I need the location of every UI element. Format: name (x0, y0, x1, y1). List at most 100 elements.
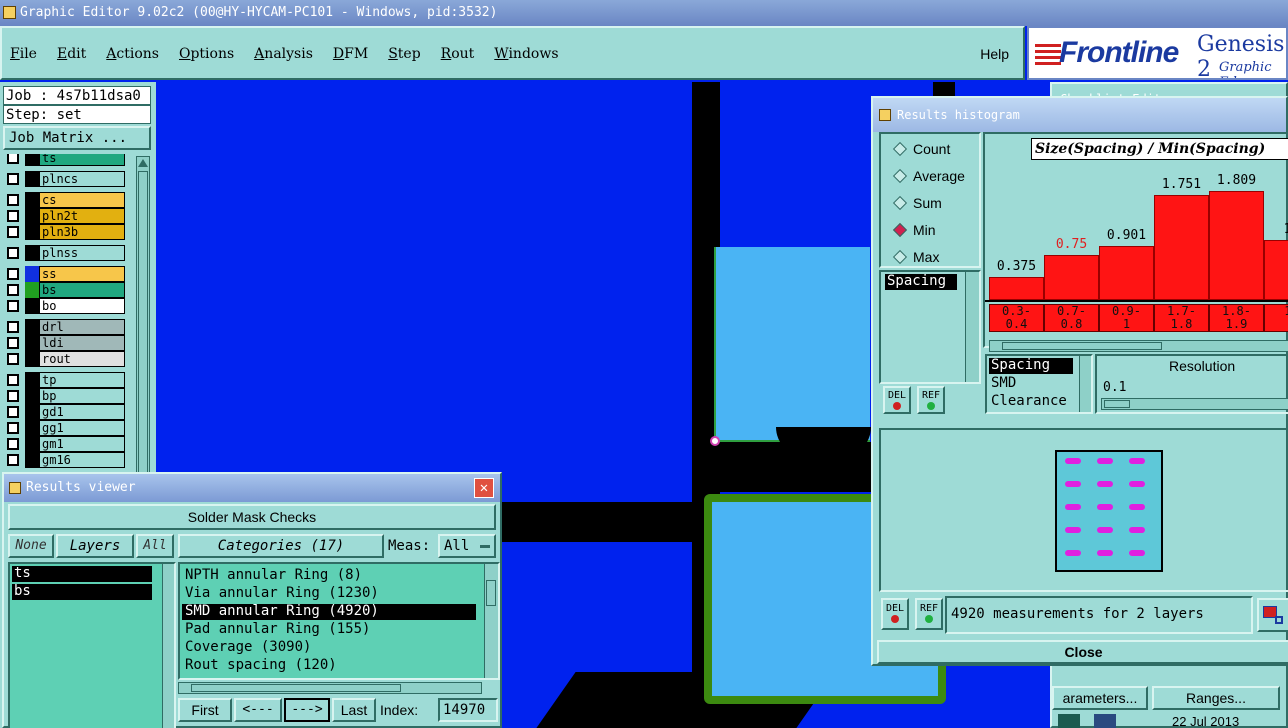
histogram-bar[interactable] (1209, 191, 1264, 300)
menu-windows[interactable]: Windows (492, 42, 560, 66)
layer-row-bp[interactable]: bp (3, 388, 127, 404)
layer-row-bs[interactable]: bs (3, 282, 127, 298)
measure-item[interactable]: Spacing (885, 274, 957, 290)
layer-color-swatch[interactable] (25, 245, 39, 261)
layer-color-swatch[interactable] (25, 208, 39, 224)
checklist-tool2-icon[interactable] (1094, 714, 1116, 728)
layer-color-swatch[interactable] (25, 282, 39, 298)
bin-range-label[interactable]: 0.9- 1 (1099, 304, 1154, 332)
layer-row-rout[interactable]: rout (3, 351, 127, 367)
type-item[interactable]: SMD (989, 376, 1073, 392)
bin-range-label[interactable]: 1.8- 1.9 (1209, 304, 1264, 332)
chart-hscrollbar[interactable] (989, 340, 1288, 352)
mode-radio-count[interactable]: Count (891, 138, 981, 160)
layer-row-cs[interactable]: cs (3, 192, 127, 208)
layer-checkbox[interactable] (7, 454, 19, 466)
solder-mask-checks-header[interactable]: Solder Mask Checks (8, 504, 496, 530)
histogram-bar[interactable] (1099, 246, 1154, 300)
bin-range-label[interactable]: 0.3- 0.4 (989, 304, 1044, 332)
layer-row-plnss[interactable]: plnss (3, 245, 127, 261)
ref-button-2[interactable]: REF (915, 598, 943, 630)
menu-actions[interactable]: Actions (104, 42, 161, 66)
layer-color-swatch[interactable] (25, 266, 39, 282)
layer-color-swatch[interactable] (25, 192, 39, 208)
layers-button[interactable]: Layers (56, 534, 134, 558)
mode-radio-max[interactable]: Max (891, 246, 981, 268)
type-item[interactable]: Spacing (989, 358, 1073, 374)
measure-list-scrollbar[interactable] (965, 272, 979, 382)
layer-checkbox[interactable] (7, 247, 19, 259)
category-item[interactable]: Rout spacing (120) (182, 658, 476, 674)
parameters-button[interactable]: arameters... (1052, 686, 1148, 710)
layer-color-swatch[interactable] (25, 298, 39, 314)
slider-handle[interactable] (1104, 400, 1130, 408)
layer-list-scrollbar[interactable] (162, 564, 174, 728)
categories-button[interactable]: Categories (17) (178, 534, 384, 558)
layer-row-ss[interactable]: ss (3, 266, 127, 282)
prev-button[interactable]: <--- (234, 698, 282, 722)
close-icon[interactable]: ✕ (474, 478, 494, 498)
last-button[interactable]: Last (332, 698, 376, 722)
del-button-2[interactable]: DEL (881, 598, 909, 630)
layer-checkbox[interactable] (7, 173, 19, 185)
layer-row-gd1[interactable]: gd1 (3, 404, 127, 420)
category-item[interactable]: Pad annular Ring (155) (182, 622, 476, 638)
layer-color-swatch[interactable] (25, 224, 39, 240)
layer-color-swatch[interactable] (25, 436, 39, 452)
mode-radio-average[interactable]: Average (891, 165, 981, 187)
all-button[interactable]: All (136, 534, 174, 558)
menu-edit[interactable]: Edit (55, 42, 88, 66)
result-layer-item[interactable]: bs (12, 584, 152, 600)
layer-color-swatch[interactable] (25, 404, 39, 420)
histogram-bar[interactable] (1044, 255, 1099, 300)
menu-file[interactable]: File (8, 42, 39, 66)
layer-checkbox[interactable] (7, 438, 19, 450)
layer-row-gm1[interactable]: gm1 (3, 436, 127, 452)
layer-color-swatch[interactable] (25, 335, 39, 351)
category-item[interactable]: Via annular Ring (1230) (182, 586, 476, 602)
layer-row-ts[interactable]: ts (3, 154, 127, 166)
type-list-scrollbar[interactable] (1079, 356, 1091, 412)
category-item[interactable]: Coverage (3090) (182, 640, 476, 656)
layer-checkbox[interactable] (7, 422, 19, 434)
next-button[interactable]: ---> (284, 698, 330, 722)
layer-color-swatch[interactable] (25, 171, 39, 187)
bin-range-label[interactable]: 1.7- 1.8 (1154, 304, 1209, 332)
layer-checkbox[interactable] (7, 210, 19, 222)
hscroll-thumb[interactable] (1002, 342, 1162, 350)
layer-row-gm16[interactable]: gm16 (3, 452, 127, 468)
layer-checkbox[interactable] (7, 374, 19, 386)
histogram-bar[interactable] (1264, 240, 1288, 300)
histogram-bar[interactable] (989, 277, 1044, 300)
bin-range-label[interactable]: 0.7- 0.8 (1044, 304, 1099, 332)
layer-checkbox[interactable] (7, 300, 19, 312)
category-item[interactable]: SMD annular Ring (4920) (182, 604, 476, 620)
mode-radio-min[interactable]: Min (891, 219, 981, 241)
result-layer-item[interactable]: ts (12, 566, 152, 582)
layer-checkbox[interactable] (7, 154, 19, 164)
type-item[interactable]: Clearance (989, 394, 1073, 410)
close-button[interactable]: Close (877, 640, 1288, 664)
resolution-slider[interactable] (1101, 398, 1288, 410)
none-button[interactable]: None (8, 534, 54, 558)
category-list-scrollbar[interactable] (484, 564, 498, 678)
layer-color-swatch[interactable] (25, 319, 39, 335)
menu-analysis[interactable]: Analysis (252, 42, 315, 66)
layer-row-drl[interactable]: drl (3, 319, 127, 335)
layer-checkbox[interactable] (7, 268, 19, 280)
menu-rout[interactable]: Rout (439, 42, 477, 66)
layer-checkbox[interactable] (7, 390, 19, 402)
layer-row-bo[interactable]: bo (3, 298, 127, 314)
layer-checkbox[interactable] (7, 321, 19, 333)
menu-help[interactable]: Help (980, 46, 1009, 62)
layer-color-swatch[interactable] (25, 154, 39, 166)
layer-row-ldi[interactable]: ldi (3, 335, 127, 351)
layer-checkbox[interactable] (7, 337, 19, 349)
layer-color-swatch[interactable] (25, 372, 39, 388)
layer-row-pln3b[interactable]: pln3b (3, 224, 127, 240)
checklist-tool-icon[interactable] (1058, 714, 1080, 728)
meas-select[interactable]: All (438, 534, 496, 558)
bin-range-label[interactable]: 1.2 (1264, 304, 1288, 332)
layer-row-gg1[interactable]: gg1 (3, 420, 127, 436)
layer-row-plncs[interactable]: plncs (3, 171, 127, 187)
